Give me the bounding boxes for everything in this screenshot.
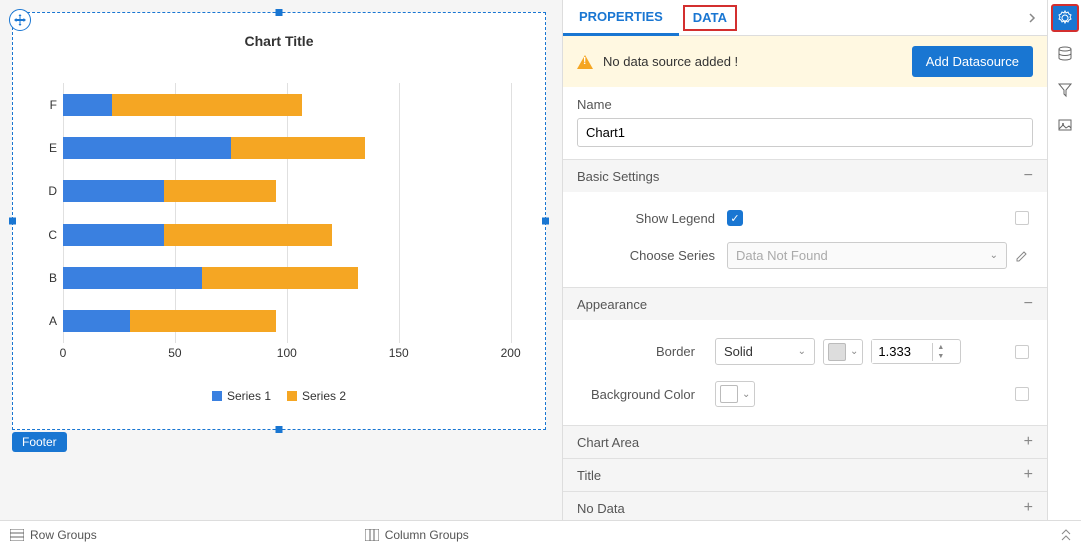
- tool-sidebar: [1047, 0, 1081, 520]
- choose-series-label: Choose Series: [577, 248, 727, 263]
- bgcolor-label: Background Color: [577, 387, 707, 402]
- collapse-panel-icon[interactable]: [1017, 13, 1047, 23]
- filter-icon[interactable]: [1051, 76, 1079, 104]
- border-style-dropdown[interactable]: Solid ⌄: [715, 338, 815, 365]
- section-appearance[interactable]: Appearance −: [563, 288, 1047, 320]
- tab-properties[interactable]: PROPERTIES: [563, 0, 679, 36]
- edit-series-icon[interactable]: [1015, 249, 1033, 263]
- bgcolor-picker[interactable]: ⌄: [715, 381, 755, 407]
- resize-handle[interactable]: [9, 218, 16, 225]
- border-color-picker[interactable]: ⌄: [823, 339, 863, 365]
- chevron-down-icon: ⌄: [990, 250, 998, 261]
- row-groups-button[interactable]: Row Groups: [10, 528, 97, 542]
- advanced-toggle[interactable]: [1015, 345, 1029, 359]
- database-icon[interactable]: [1051, 40, 1079, 68]
- expand-groups-icon[interactable]: [1061, 529, 1071, 541]
- resize-handle[interactable]: [276, 9, 283, 16]
- expand-icon: +: [1024, 500, 1033, 516]
- spin-down-icon: ▼: [933, 352, 948, 361]
- collapse-icon: −: [1024, 168, 1033, 184]
- chevron-down-icon: ⌄: [742, 389, 750, 400]
- chart-widget[interactable]: Chart Title FEDCBA 050100150200 Series 1…: [12, 12, 546, 430]
- advanced-toggle[interactable]: [1015, 387, 1029, 401]
- chart-legend: Series 1Series 2: [13, 389, 545, 404]
- footer-chip[interactable]: Footer: [12, 432, 67, 452]
- tab-data[interactable]: DATA: [683, 5, 737, 31]
- properties-panel: PROPERTIES DATA No data source added ! A…: [563, 0, 1047, 520]
- name-label: Name: [563, 87, 1047, 118]
- warning-icon: [577, 55, 593, 69]
- datasource-banner: No data source added ! Add Datasource: [563, 36, 1047, 87]
- bottom-status-bar: Row Groups Column Groups: [0, 520, 1081, 548]
- spin-up-icon: ▲: [933, 343, 948, 352]
- gear-icon[interactable]: [1051, 4, 1079, 32]
- column-groups-button[interactable]: Column Groups: [365, 528, 469, 542]
- section-no-data[interactable]: No Data +: [563, 492, 1047, 520]
- choose-series-dropdown[interactable]: Data Not Found ⌄: [727, 242, 1007, 269]
- columns-icon: [365, 529, 379, 541]
- rows-icon: [10, 529, 24, 541]
- chevron-down-icon: ⌄: [850, 346, 858, 357]
- section-chart-area[interactable]: Chart Area +: [563, 426, 1047, 458]
- add-datasource-button[interactable]: Add Datasource: [912, 46, 1033, 77]
- chevron-down-icon: ⌄: [798, 346, 806, 357]
- collapse-icon: −: [1024, 296, 1033, 312]
- border-label: Border: [577, 344, 707, 359]
- section-title[interactable]: Title +: [563, 459, 1047, 491]
- design-canvas[interactable]: Chart Title FEDCBA 050100150200 Series 1…: [0, 0, 562, 520]
- chart-plot: FEDCBA 050100150200: [63, 83, 533, 363]
- expand-icon: +: [1024, 467, 1033, 483]
- image-settings-icon[interactable]: [1051, 112, 1079, 140]
- name-input[interactable]: [577, 118, 1033, 147]
- section-basic-settings[interactable]: Basic Settings −: [563, 160, 1047, 192]
- advanced-toggle[interactable]: [1015, 211, 1029, 225]
- resize-handle[interactable]: [276, 426, 283, 433]
- show-legend-checkbox[interactable]: ✓: [727, 210, 743, 226]
- expand-icon: +: [1024, 434, 1033, 450]
- border-width-input[interactable]: ▲▼: [871, 339, 961, 364]
- banner-message: No data source added !: [603, 54, 738, 69]
- show-legend-label: Show Legend: [577, 211, 727, 226]
- chart-title: Chart Title: [13, 13, 545, 57]
- move-handle-icon[interactable]: [9, 9, 31, 31]
- resize-handle[interactable]: [542, 218, 549, 225]
